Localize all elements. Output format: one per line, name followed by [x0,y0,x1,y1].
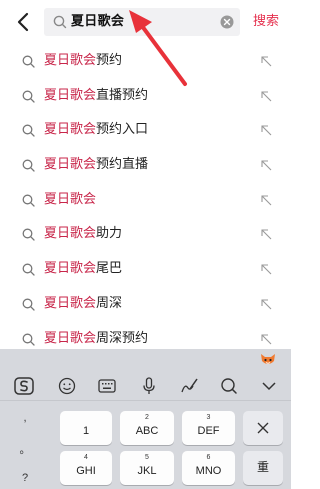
search-icon [22,55,35,68]
key-5-jkl[interactable]: 5 JKL [120,451,174,485]
key-2-abc[interactable]: 2 ABC [120,411,174,445]
search-icon [22,228,35,242]
keyboard-search-icon[interactable] [219,377,239,395]
sogou-logo-icon[interactable] [14,377,34,395]
search-icon [22,298,35,311]
suggestion-text: 夏日歌会预约直播 [44,156,148,174]
suggestion-row[interactable]: 夏日歌会预约 [0,44,291,79]
fill-query-arrow-icon[interactable] [259,123,273,137]
reset-key[interactable]: 重 [243,451,283,485]
fill-query-arrow-icon[interactable] [259,297,273,311]
delete-icon [257,422,269,434]
search-query-text: 夏日歌会 [71,14,125,29]
handwriting-icon[interactable] [179,377,199,395]
suggestion-text: 夏日歌会周深预约 [44,330,148,348]
suggestion-list: 夏日歌会预约 夏日歌会直播预约 夏日歌会预约入口 夏日歌会预约直播 夏日歌会 夏日歌会助力… [0,44,291,356]
fill-query-arrow-icon[interactable] [259,227,273,241]
search-header: 夏日歌会 搜索 [0,0,291,44]
fill-query-arrow-icon[interactable] [259,89,273,103]
suggestion-highlight: 夏日歌会 [44,295,97,311]
suggestion-row[interactable]: 夏日歌会直播预约 [0,79,291,114]
suggestion-text: 夏日歌会助力 [44,225,122,243]
search-icon [53,15,67,29]
suggestion-rest: 周深预约 [96,330,149,346]
microphone-icon[interactable] [139,377,159,395]
suggestion-highlight: 夏日歌会 [44,191,97,207]
search-icon [22,124,35,138]
suggestion-text: 夏日歌会周深 [44,295,122,313]
keyboard: , 。 ? 1 2 ABC 3 DEF 4 GHI 5 JKL 6 MNO 重 [0,349,291,489]
punctuation-panel [12,406,50,489]
fill-query-arrow-icon[interactable] [259,54,273,68]
suggestion-row[interactable]: 夏日歌会预约直播 [0,148,291,183]
suggestion-highlight: 夏日歌会 [44,87,97,103]
key-4-ghi[interactable]: 4 GHI [60,451,112,485]
key-3-def[interactable]: 3 DEF [182,411,235,445]
suggestion-highlight: 夏日歌会 [44,261,97,277]
search-icon [22,333,35,346]
key-6-mno[interactable]: 6 MNO [182,451,235,485]
keyboard-toolbar [0,371,291,401]
suggestion-rest: 预约 [96,53,123,68]
fill-query-arrow-icon[interactable] [259,332,273,346]
fill-query-arrow-icon[interactable] [259,262,273,276]
suggestion-highlight: 夏日歌会 [44,226,97,242]
emoji-icon[interactable] [57,377,77,395]
suggestion-text: 夏日歌会预约 [44,52,122,70]
keyboard-icon[interactable] [97,377,117,395]
back-arrow-icon[interactable] [14,10,34,34]
suggestion-text: 夏日歌会 [44,191,96,209]
delete-key[interactable] [243,411,283,445]
clear-icon[interactable] [220,15,234,29]
suggestion-highlight: 夏日歌会 [44,330,97,346]
suggestion-row[interactable]: 夏日歌会周深 [0,287,291,322]
search-button[interactable]: 搜索 [253,13,279,31]
suggestion-rest: 助力 [96,226,123,242]
search-input[interactable]: 夏日歌会 [44,8,240,36]
suggestion-row[interactable]: 夏日歌会 [0,183,291,218]
fill-query-arrow-icon[interactable] [259,158,273,172]
suggestion-text: 夏日歌会直播预约 [44,87,148,105]
suggestion-text: 夏日歌会预约入口 [44,121,148,139]
search-icon [22,263,35,276]
suggestion-highlight: 夏日歌会 [44,122,97,138]
collapse-icon[interactable] [259,377,279,395]
suggestion-row[interactable]: 夏日歌会助力 [0,217,291,252]
fox-mascot-icon[interactable] [260,352,276,366]
suggestion-rest: 预约直播 [96,157,149,173]
suggestion-text: 夏日歌会尾巴 [44,260,122,278]
suggestion-rest: 直播预约 [96,87,149,103]
suggestion-rest: 尾巴 [96,261,123,277]
search-icon [22,159,35,172]
suggestion-row[interactable]: 夏日歌会预约入口 [0,113,291,148]
suggestion-rest: 周深 [96,295,123,311]
key-1[interactable]: 1 [60,411,112,445]
suggestion-highlight: 夏日歌会 [44,157,97,173]
search-icon [22,90,35,103]
keyboard-top-bar [0,349,291,370]
suggestion-highlight: 夏日歌会 [44,53,97,68]
search-icon [22,194,35,207]
suggestion-row[interactable]: 夏日歌会尾巴 [0,252,291,287]
suggestion-rest: 预约入口 [96,122,149,138]
fill-query-arrow-icon[interactable] [259,193,273,207]
